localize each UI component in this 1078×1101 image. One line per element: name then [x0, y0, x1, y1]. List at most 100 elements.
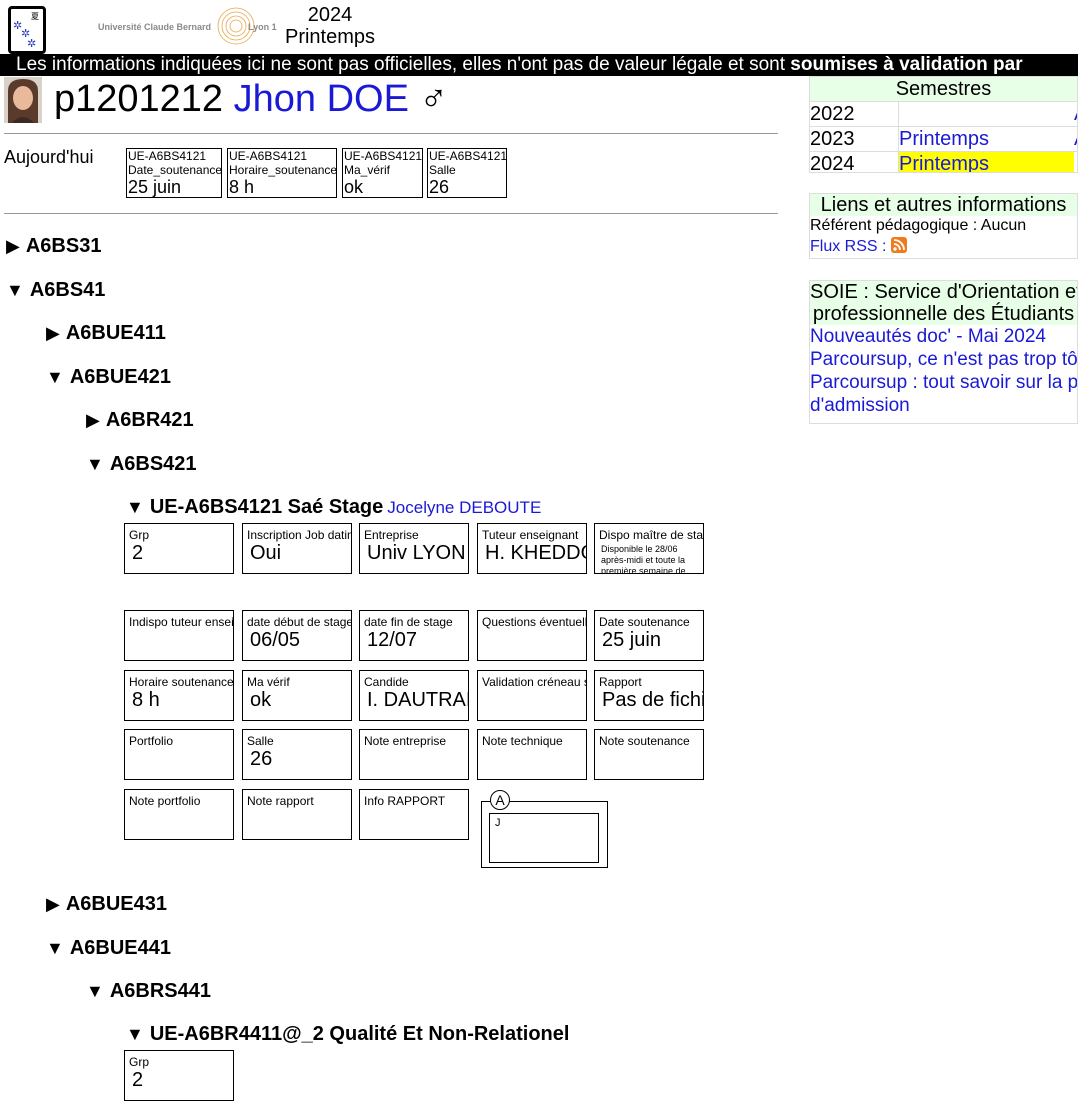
- tree-node-a6bs421[interactable]: ▼ A6BS421: [86, 452, 197, 476]
- today-box[interactable]: UE-A6BS4121 Horaire_soutenance 8 h: [227, 148, 337, 198]
- grade-cell-header: Horaire soutenance: [129, 675, 234, 689]
- grade-cell-value: 06/05: [250, 629, 301, 651]
- soie-link[interactable]: d'admission: [810, 394, 1077, 417]
- today-box-value: 26: [429, 177, 450, 197]
- rss-icon[interactable]: [890, 237, 907, 253]
- grade-cell-value: 26: [250, 748, 273, 770]
- today-box-ue: UE-A6BS4121: [429, 149, 507, 163]
- grade-cell[interactable]: date fin de stage 12/07: [359, 610, 469, 661]
- current-year: 2024: [307, 4, 353, 26]
- grade-cell-value: 8 h: [132, 689, 160, 711]
- semester-row: 2024 Printemps: [810, 151, 1077, 172]
- tree-node-a6bs31[interactable]: ▶ A6BS31: [6, 234, 101, 258]
- grade-cell[interactable]: Note entreprise: [359, 729, 469, 780]
- grade-cell-value: H. KHEDDOUCI: [485, 542, 586, 564]
- tree-node-a6bue411[interactable]: ▶ A6BUE411: [46, 321, 166, 345]
- grade-cell[interactable]: CandideI. DAUTRAIX: [359, 670, 469, 721]
- grade-cell-header: date début de stage: [247, 615, 352, 629]
- soie-panel: SOIE : Service d'Orientation et d'Insert…: [809, 280, 1078, 424]
- tree-node-a6br421[interactable]: ▶ A6BR421: [86, 408, 194, 432]
- grader-value: J: [495, 817, 501, 829]
- grade-cell[interactable]: Info RAPPORT: [359, 789, 469, 840]
- today-box[interactable]: UE-A6BS4121 Salle 26: [427, 148, 507, 198]
- grade-cell[interactable]: Date soutenance 25 juin: [594, 610, 704, 661]
- tree-node-label: A6BUE431: [65, 893, 168, 915]
- grade-cell[interactable]: Salle 26: [242, 729, 352, 780]
- student-header: p1201212 Jhon DOE ♂: [54, 76, 448, 122]
- grade-cell[interactable]: Validation créneau soutenance: [477, 670, 587, 721]
- university-name: Université Claude Bernard: [98, 22, 212, 32]
- grade-cell-header: Ma vérif: [247, 675, 290, 689]
- tree-node-label: A6BUE421: [69, 366, 171, 388]
- student-name-link[interactable]: Jhon DOE: [234, 78, 409, 120]
- soie-title: SOIE : Service d'Orientation et d'Insert…: [810, 281, 1077, 325]
- grade-cell[interactable]: Horaire soutenance 8 h: [124, 670, 234, 721]
- grade-cell-header: Info RAPPORT: [364, 794, 446, 808]
- expand-arrow-icon: ▶: [86, 410, 100, 430]
- grade-cell[interactable]: RapportPas de fichier: [594, 670, 704, 721]
- tree-node-ue-qualite[interactable]: ▼ UE-A6BR4411@_2 Qualité Et Non-Relatione…: [126, 1022, 569, 1046]
- grade-cell[interactable]: Indispo tuteur enseignant: [124, 610, 234, 661]
- grade-cell-header: Grp: [129, 1055, 150, 1069]
- collapse-arrow-icon: ▼: [6, 280, 24, 300]
- grade-cell[interactable]: Portfolio: [124, 729, 234, 780]
- soie-link[interactable]: Parcoursup : tout savoir sur la procédur…: [810, 371, 1077, 394]
- today-box-value: ok: [344, 177, 364, 197]
- grade-cell[interactable]: Note soutenance: [594, 729, 704, 780]
- soie-title-line: professionnelle des Étudiants: [812, 303, 1075, 325]
- collapse-arrow-icon: ▼: [86, 454, 104, 474]
- soie-link[interactable]: Nouveautés doc' - Mai 2024: [810, 325, 1077, 348]
- tree-node-label: A6BR421: [105, 409, 194, 431]
- semester-link-current[interactable]: Printemps: [899, 152, 1074, 172]
- tree-node-a6bue431[interactable]: ▶ A6BUE431: [46, 892, 167, 916]
- grade-cell-value: Oui: [250, 542, 282, 564]
- grader-input[interactable]: J: [489, 813, 599, 863]
- referent-text: Référent pédagogique : Aucun: [810, 217, 1027, 234]
- teacher-link[interactable]: Jocelyne DEBOUTE: [387, 498, 541, 517]
- grade-cell-header: Tuteur enseignant: [482, 528, 579, 542]
- semester-year: 2024: [810, 152, 899, 172]
- tree-node-a6bs41[interactable]: ▼ A6BS41: [6, 278, 105, 302]
- grade-cell-value: I. DAUTRAIX: [367, 689, 468, 711]
- gender-icon: ♂: [419, 78, 449, 120]
- rss-link[interactable]: Flux RSS :: [810, 238, 886, 255]
- grade-cell[interactable]: Note rapport: [242, 789, 352, 840]
- semester-link[interactable]: Printemps: [899, 127, 1074, 151]
- disclaimer-bold: soumises à validation par: [790, 54, 1023, 75]
- tree-node-a6bue441[interactable]: ▼ A6BUE441: [46, 936, 171, 960]
- grade-cell[interactable]: Questions éventuelles: [477, 610, 587, 661]
- grade-cell-value: 25 juin: [602, 629, 661, 651]
- tree-node-a6brs441[interactable]: ▼ A6BRS441: [86, 979, 211, 1003]
- grade-cell[interactable]: Grp 2: [124, 1050, 234, 1101]
- current-semester: 2024 Printemps: [282, 4, 378, 48]
- divider: [4, 213, 778, 214]
- today-box-value: 8 h: [229, 177, 255, 197]
- grade-cell[interactable]: date début de stage 06/05: [242, 610, 352, 661]
- grade-cell[interactable]: Note technique: [477, 729, 587, 780]
- today-box[interactable]: UE-A6BS4121 Date_soutenance 25 juin: [126, 148, 222, 198]
- grade-cell[interactable]: Entreprise Univ LYON: [359, 523, 469, 574]
- grade-cell[interactable]: Inscription Job dating Oui: [242, 523, 352, 574]
- grade-cell[interactable]: Ma vérif ok: [242, 670, 352, 721]
- grade-cell-value: ok: [250, 689, 272, 711]
- grade-cell[interactable]: Tuteur enseignantH. KHEDDOUCI: [477, 523, 587, 574]
- app-logo[interactable]: 夏 ✲ ✲ ✲: [8, 6, 46, 54]
- grade-cell-header: Candide: [364, 675, 409, 689]
- soie-link[interactable]: Parcoursup, ce n'est pas trop tôt !: [810, 348, 1077, 371]
- semester-extra-link[interactable]: A: [1074, 103, 1077, 125]
- grade-cell-header: Entreprise: [364, 528, 419, 542]
- grade-cell[interactable]: Dispo maître de stage Disponible le 28/06…: [594, 523, 704, 574]
- grade-cell[interactable]: Note portfolio: [124, 789, 234, 840]
- grade-cell[interactable]: Grp 2: [124, 523, 234, 574]
- today-box[interactable]: UE-A6BS4121 Ma_vérif ok: [342, 148, 423, 198]
- today-box-ue: UE-A6BS4121: [128, 149, 207, 163]
- semester-extra-link[interactable]: A: [1074, 128, 1077, 150]
- semesters-panel: Semestres 2022A 2023PrintempsA 2024Print…: [809, 76, 1078, 173]
- semester-year: 2023: [810, 127, 899, 151]
- tree-node-label: A6BS421: [109, 453, 197, 475]
- today-box-field: Salle: [429, 163, 456, 177]
- grade-cell-header: Indispo tuteur enseignant: [129, 615, 234, 629]
- tree-node-ue-stage[interactable]: ▼ UE-A6BS4121 Saé Stage Jocelyne DEBOUTE: [126, 495, 541, 520]
- tree-node-a6bue421[interactable]: ▼ A6BUE421: [46, 365, 171, 389]
- collapse-arrow-icon: ▼: [86, 981, 104, 1001]
